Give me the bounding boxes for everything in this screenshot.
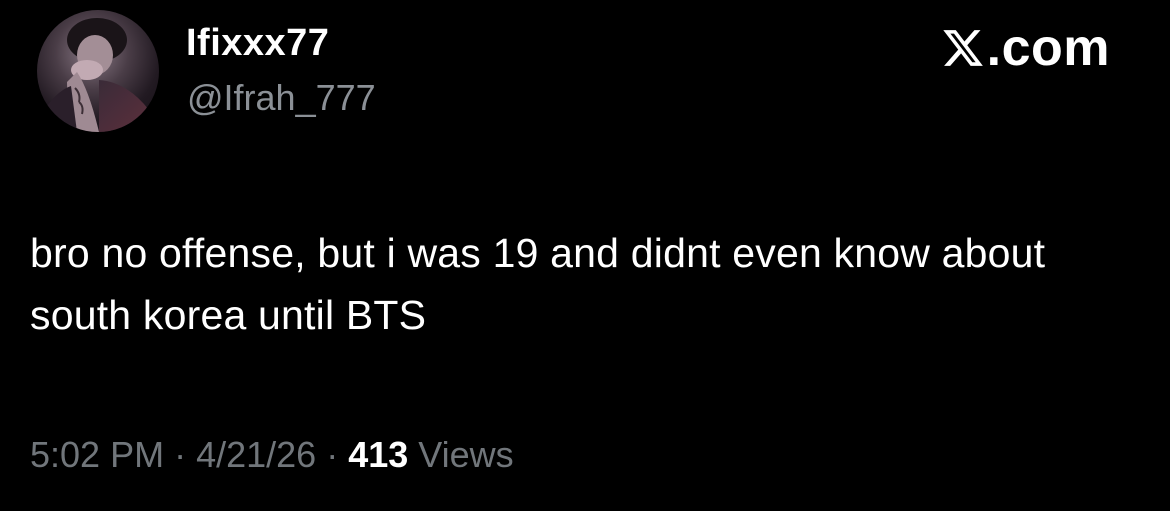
- avatar[interactable]: [37, 10, 159, 132]
- display-name[interactable]: Ifixxx77: [186, 20, 329, 66]
- tweet-date[interactable]: 4/21/26: [196, 434, 316, 475]
- meta-separator: ·: [326, 434, 339, 475]
- tweet-text: bro no offense, but i was 19 and didnt e…: [30, 230, 1046, 338]
- meta-separator: ·: [174, 434, 187, 475]
- brand-watermark: .com: [941, 20, 1110, 76]
- brand-domain-text: .com: [986, 19, 1110, 77]
- avatar-photo-icon: [41, 18, 155, 132]
- tweet-card: Ifixxx77 @Ifrah_777 .com bro no offense,…: [0, 0, 1170, 511]
- tweet-meta: 5:02 PM · 4/21/26 · 413 Views: [30, 430, 514, 480]
- user-handle[interactable]: @Ifrah_777: [187, 76, 376, 120]
- x-logo-icon: [942, 30, 983, 66]
- views-label: Views: [418, 434, 514, 475]
- views-count[interactable]: 413: [348, 434, 408, 475]
- tweet-time[interactable]: 5:02 PM: [30, 434, 164, 475]
